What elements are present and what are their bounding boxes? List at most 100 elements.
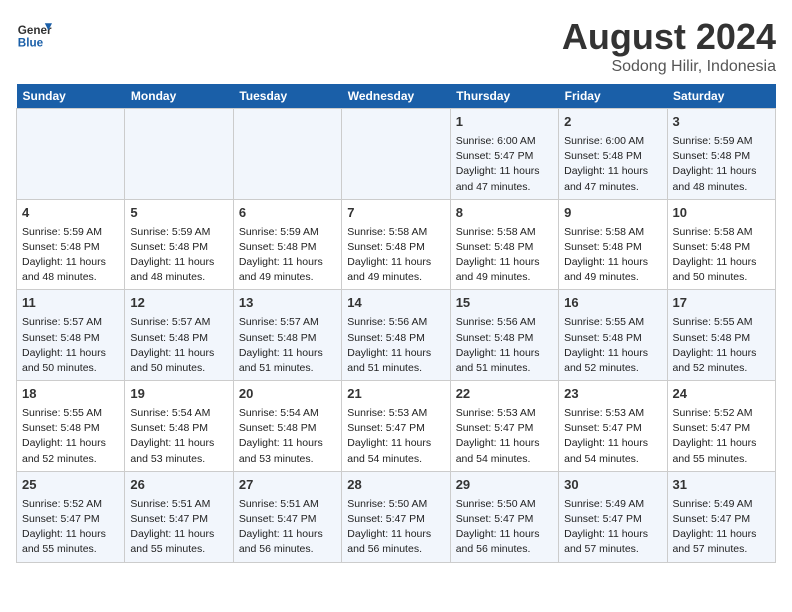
day-info: Sunrise: 5:59 AMSunset: 5:48 PMDaylight:… bbox=[673, 134, 770, 195]
day-number: 15 bbox=[456, 294, 553, 313]
day-cell: 29 Sunrise: 5:50 AMSunset: 5:47 PMDayligh… bbox=[450, 471, 558, 562]
day-number: 19 bbox=[130, 385, 227, 404]
day-info: Sunrise: 5:58 AMSunset: 5:48 PMDaylight:… bbox=[564, 225, 661, 286]
day-number: 1 bbox=[456, 113, 553, 132]
day-cell: 1 Sunrise: 6:00 AMSunset: 5:47 PMDaylight… bbox=[450, 109, 558, 200]
day-cell: 15 Sunrise: 5:56 AMSunset: 5:48 PMDayligh… bbox=[450, 290, 558, 381]
day-info: Sunrise: 5:51 AMSunset: 5:47 PMDaylight:… bbox=[130, 497, 227, 558]
day-info: Sunrise: 5:52 AMSunset: 5:47 PMDaylight:… bbox=[22, 497, 119, 558]
day-number: 25 bbox=[22, 476, 119, 495]
day-number: 8 bbox=[456, 204, 553, 223]
calendar-title: August 2024 bbox=[562, 16, 776, 58]
day-number: 28 bbox=[347, 476, 444, 495]
day-number: 21 bbox=[347, 385, 444, 404]
day-cell: 28 Sunrise: 5:50 AMSunset: 5:47 PMDayligh… bbox=[342, 471, 450, 562]
day-info: Sunrise: 5:58 AMSunset: 5:48 PMDaylight:… bbox=[673, 225, 770, 286]
calendar-subtitle: Sodong Hilir, Indonesia bbox=[562, 58, 776, 76]
day-cell: 31 Sunrise: 5:49 AMSunset: 5:47 PMDayligh… bbox=[667, 471, 775, 562]
day-cell: 5 Sunrise: 5:59 AMSunset: 5:48 PMDaylight… bbox=[125, 199, 233, 290]
day-info: Sunrise: 6:00 AMSunset: 5:48 PMDaylight:… bbox=[564, 134, 661, 195]
day-info: Sunrise: 5:58 AMSunset: 5:48 PMDaylight:… bbox=[456, 225, 553, 286]
day-cell: 26 Sunrise: 5:51 AMSunset: 5:47 PMDayligh… bbox=[125, 471, 233, 562]
day-number: 10 bbox=[673, 204, 770, 223]
day-number: 14 bbox=[347, 294, 444, 313]
header-row: SundayMondayTuesdayWednesdayThursdayFrid… bbox=[17, 84, 776, 109]
day-info: Sunrise: 5:50 AMSunset: 5:47 PMDaylight:… bbox=[456, 497, 553, 558]
day-info: Sunrise: 5:56 AMSunset: 5:48 PMDaylight:… bbox=[456, 315, 553, 376]
col-header-tuesday: Tuesday bbox=[233, 84, 341, 109]
day-number: 7 bbox=[347, 204, 444, 223]
day-number: 26 bbox=[130, 476, 227, 495]
week-row-3: 11Sunrise: 5:57 AMSunset: 5:48 PMDayligh… bbox=[17, 290, 776, 381]
day-number: 5 bbox=[130, 204, 227, 223]
day-info: Sunrise: 5:58 AMSunset: 5:48 PMDaylight:… bbox=[347, 225, 444, 286]
day-info: Sunrise: 5:59 AMSunset: 5:48 PMDaylight:… bbox=[239, 225, 336, 286]
day-number: 30 bbox=[564, 476, 661, 495]
day-cell bbox=[125, 109, 233, 200]
col-header-thursday: Thursday bbox=[450, 84, 558, 109]
calendar-table: SundayMondayTuesdayWednesdayThursdayFrid… bbox=[16, 84, 776, 563]
logo-icon: General Blue bbox=[16, 16, 52, 52]
day-number: 13 bbox=[239, 294, 336, 313]
day-cell: 7 Sunrise: 5:58 AMSunset: 5:48 PMDaylight… bbox=[342, 199, 450, 290]
day-number: 24 bbox=[673, 385, 770, 404]
day-info: Sunrise: 5:53 AMSunset: 5:47 PMDaylight:… bbox=[347, 406, 444, 467]
day-cell: 4Sunrise: 5:59 AMSunset: 5:48 PMDaylight… bbox=[17, 199, 125, 290]
day-cell: 8 Sunrise: 5:58 AMSunset: 5:48 PMDaylight… bbox=[450, 199, 558, 290]
day-number: 20 bbox=[239, 385, 336, 404]
day-cell bbox=[342, 109, 450, 200]
day-number: 9 bbox=[564, 204, 661, 223]
day-info: Sunrise: 5:49 AMSunset: 5:47 PMDaylight:… bbox=[564, 497, 661, 558]
day-cell: 18Sunrise: 5:55 AMSunset: 5:48 PMDayligh… bbox=[17, 381, 125, 472]
day-cell: 12Sunrise: 5:57 AMSunset: 5:48 PMDayligh… bbox=[125, 290, 233, 381]
day-cell: 10 Sunrise: 5:58 AMSunset: 5:48 PMDayligh… bbox=[667, 199, 775, 290]
day-info: Sunrise: 5:54 AMSunset: 5:48 PMDaylight:… bbox=[239, 406, 336, 467]
day-number: 29 bbox=[456, 476, 553, 495]
day-info: Sunrise: 5:49 AMSunset: 5:47 PMDaylight:… bbox=[673, 497, 770, 558]
day-number: 23 bbox=[564, 385, 661, 404]
title-block: August 2024 Sodong Hilir, Indonesia bbox=[562, 16, 776, 76]
day-cell: 21 Sunrise: 5:53 AMSunset: 5:47 PMDayligh… bbox=[342, 381, 450, 472]
day-info: Sunrise: 5:50 AMSunset: 5:47 PMDaylight:… bbox=[347, 497, 444, 558]
day-cell: 22 Sunrise: 5:53 AMSunset: 5:47 PMDayligh… bbox=[450, 381, 558, 472]
day-info: Sunrise: 5:53 AMSunset: 5:47 PMDaylight:… bbox=[456, 406, 553, 467]
day-cell: 27Sunrise: 5:51 AMSunset: 5:47 PMDayligh… bbox=[233, 471, 341, 562]
week-row-2: 4 Sunrise: 5:59 AMSunset: 5:48 PMDaylight… bbox=[17, 199, 776, 290]
day-cell: 9 Sunrise: 5:58 AMSunset: 5:48 PMDaylight… bbox=[559, 199, 667, 290]
week-row-5: 25 Sunrise: 5:52 AMSunset: 5:47 PMDayligh… bbox=[17, 471, 776, 562]
day-number: 27 bbox=[239, 476, 336, 495]
week-row-1: 1 Sunrise: 6:00 AMSunset: 5:47 PMDaylight… bbox=[17, 109, 776, 200]
week-row-4: 18Sunrise: 5:55 AMSunset: 5:48 PMDayligh… bbox=[17, 381, 776, 472]
day-info: Sunrise: 5:57 AMSunset: 5:48 PMDaylight:… bbox=[22, 315, 119, 376]
day-number: 17 bbox=[673, 294, 770, 313]
day-cell: 25 Sunrise: 5:52 AMSunset: 5:47 PMDayligh… bbox=[17, 471, 125, 562]
day-info: Sunrise: 5:54 AMSunset: 5:48 PMDaylight:… bbox=[130, 406, 227, 467]
day-number: 3 bbox=[673, 113, 770, 132]
day-cell: 6 Sunrise: 5:59 AMSunset: 5:48 PMDaylight… bbox=[233, 199, 341, 290]
day-info: Sunrise: 5:56 AMSunset: 5:48 PMDaylight:… bbox=[347, 315, 444, 376]
day-number: 6 bbox=[239, 204, 336, 223]
day-cell bbox=[233, 109, 341, 200]
day-cell: 23 Sunrise: 5:53 AMSunset: 5:47 PMDayligh… bbox=[559, 381, 667, 472]
day-number: 22 bbox=[456, 385, 553, 404]
day-info: Sunrise: 5:55 AMSunset: 5:48 PMDaylight:… bbox=[673, 315, 770, 376]
day-info: Sunrise: 5:57 AMSunset: 5:48 PMDaylight:… bbox=[239, 315, 336, 376]
day-number: 4 bbox=[22, 204, 119, 223]
day-cell: 24Sunrise: 5:52 AMSunset: 5:47 PMDayligh… bbox=[667, 381, 775, 472]
day-info: Sunrise: 5:55 AMSunset: 5:48 PMDaylight:… bbox=[564, 315, 661, 376]
day-info: Sunrise: 5:57 AMSunset: 5:48 PMDaylight:… bbox=[130, 315, 227, 376]
day-number: 2 bbox=[564, 113, 661, 132]
day-cell: 11Sunrise: 5:57 AMSunset: 5:48 PMDayligh… bbox=[17, 290, 125, 381]
day-info: Sunrise: 6:00 AMSunset: 5:47 PMDaylight:… bbox=[456, 134, 553, 195]
day-cell: 19 Sunrise: 5:54 AMSunset: 5:48 PMDayligh… bbox=[125, 381, 233, 472]
day-cell: 20 Sunrise: 5:54 AMSunset: 5:48 PMDayligh… bbox=[233, 381, 341, 472]
day-number: 31 bbox=[673, 476, 770, 495]
page-header: General Blue August 2024 Sodong Hilir, I… bbox=[16, 16, 776, 76]
day-info: Sunrise: 5:53 AMSunset: 5:47 PMDaylight:… bbox=[564, 406, 661, 467]
col-header-saturday: Saturday bbox=[667, 84, 775, 109]
logo: General Blue bbox=[16, 16, 52, 52]
day-number: 18 bbox=[22, 385, 119, 404]
day-cell: 14 Sunrise: 5:56 AMSunset: 5:48 PMDayligh… bbox=[342, 290, 450, 381]
day-cell: 17 Sunrise: 5:55 AMSunset: 5:48 PMDayligh… bbox=[667, 290, 775, 381]
day-info: Sunrise: 5:59 AMSunset: 5:48 PMDaylight:… bbox=[130, 225, 227, 286]
